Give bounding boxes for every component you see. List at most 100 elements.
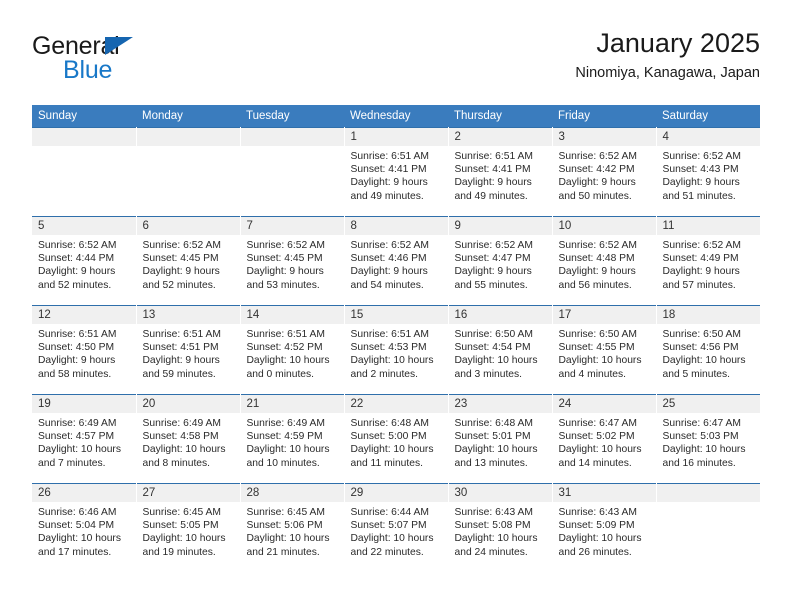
calendar-day-cell[interactable]: 11 Sunrise: 6:52 AM Sunset: 4:49 PM Dayligh… <box>656 216 760 306</box>
weekday-header-wednesday: Wednesday <box>344 105 448 128</box>
calendar-day-cell[interactable]: 22 Sunrise: 6:48 AM Sunset: 5:00 PM Dayligh… <box>344 394 449 484</box>
day-details: Sunrise: 6:51 AM Sunset: 4:41 PM Daylight:… <box>449 146 552 203</box>
sunrise-text: Sunrise: 6:45 AM <box>142 507 221 518</box>
sunset-text: Sunset: 5:07 PM <box>350 520 427 532</box>
day-number: 25 <box>656 395 760 413</box>
sunrise-text: Sunrise: 6:43 AM <box>558 507 637 518</box>
day-details: Sunrise: 6:45 AM Sunset: 5:06 PM Daylight:… <box>241 502 344 559</box>
sunset-text: Sunset: 4:58 PM <box>142 431 219 443</box>
sunset-text: Sunset: 4:57 PM <box>38 431 115 443</box>
daylight-text-line1: Daylight: 10 hours <box>558 533 642 545</box>
sunrise-text: Sunrise: 6:50 AM <box>558 329 637 340</box>
daylight-text-line1: Daylight: 9 hours <box>558 177 636 189</box>
sunrise-text: Sunrise: 6:52 AM <box>662 240 741 251</box>
calendar-day-cell[interactable]: 28 Sunrise: 6:45 AM Sunset: 5:06 PM Dayligh… <box>240 483 345 573</box>
daylight-text-line2: and 7 minutes. <box>38 457 106 469</box>
day-number: 15 <box>344 306 447 324</box>
daylight-text-line1: Daylight: 10 hours <box>246 444 330 456</box>
day-number: 9 <box>448 217 551 235</box>
day-details: Sunrise: 6:50 AM Sunset: 4:55 PM Daylight:… <box>553 324 656 381</box>
calendar-day-cell[interactable]: 26 Sunrise: 6:46 AM Sunset: 5:04 PM Dayligh… <box>32 483 137 573</box>
daylight-text-line2: and 58 minutes. <box>38 368 112 380</box>
day-details: Sunrise: 6:49 AM Sunset: 4:57 PM Daylight:… <box>32 413 135 470</box>
calendar-day-cell[interactable]: 4 Sunrise: 6:52 AM Sunset: 4:43 PM Daylight… <box>656 127 760 217</box>
sunset-text: Sunset: 4:54 PM <box>454 342 531 354</box>
calendar-day-cell[interactable]: 29 Sunrise: 6:44 AM Sunset: 5:07 PM Dayligh… <box>344 483 449 573</box>
calendar-day-cell[interactable]: 31 Sunrise: 6:43 AM Sunset: 5:09 PM Dayligh… <box>552 483 657 573</box>
day-number: 31 <box>552 484 655 502</box>
title-block: January 2025 Ninomiya, Kanagawa, Japan <box>575 28 760 82</box>
calendar-day-cell[interactable]: 15 Sunrise: 6:51 AM Sunset: 4:53 PM Dayligh… <box>344 305 449 395</box>
daylight-text-line2: and 26 minutes. <box>558 546 632 558</box>
sunrise-text: Sunrise: 6:44 AM <box>350 507 429 518</box>
day-details: Sunrise: 6:44 AM Sunset: 5:07 PM Daylight:… <box>345 502 448 559</box>
calendar-day-cell[interactable]: 10 Sunrise: 6:52 AM Sunset: 4:48 PM Dayligh… <box>552 216 657 306</box>
sunset-text: Sunset: 4:49 PM <box>662 253 739 265</box>
calendar-day-cell[interactable]: 25 Sunrise: 6:47 AM Sunset: 5:03 PM Dayligh… <box>656 394 760 484</box>
calendar-day-cell[interactable]: 9 Sunrise: 6:52 AM Sunset: 4:47 PM Daylight… <box>448 216 553 306</box>
sunrise-text: Sunrise: 6:52 AM <box>558 240 637 251</box>
calendar-week-row: 1 Sunrise: 6:51 AM Sunset: 4:41 PM Daylight… <box>32 127 760 217</box>
sunrise-text: Sunrise: 6:51 AM <box>142 329 221 340</box>
calendar-day-cell[interactable]: 19 Sunrise: 6:49 AM Sunset: 4:57 PM Dayligh… <box>32 394 137 484</box>
day-details: Sunrise: 6:52 AM Sunset: 4:48 PM Daylight:… <box>553 235 656 292</box>
day-number: 3 <box>552 128 655 146</box>
day-details: Sunrise: 6:46 AM Sunset: 5:04 PM Daylight:… <box>32 502 135 559</box>
day-number: 26 <box>32 484 135 502</box>
daylight-text-line2: and 24 minutes. <box>454 546 528 558</box>
daylight-text-line1: Daylight: 9 hours <box>662 177 740 189</box>
calendar-day-cell[interactable]: 30 Sunrise: 6:43 AM Sunset: 5:08 PM Dayligh… <box>448 483 553 573</box>
calendar-day-cell[interactable]: 23 Sunrise: 6:48 AM Sunset: 5:01 PM Dayligh… <box>448 394 553 484</box>
daylight-text-line2: and 0 minutes. <box>246 368 315 380</box>
sunset-text: Sunset: 4:41 PM <box>350 164 427 176</box>
calendar-day-cell[interactable]: 14 Sunrise: 6:51 AM Sunset: 4:52 PM Dayligh… <box>240 305 345 395</box>
sunrise-text: Sunrise: 6:49 AM <box>38 418 117 429</box>
calendar-day-cell[interactable]: 5 Sunrise: 6:52 AM Sunset: 4:44 PM Daylight… <box>32 216 137 306</box>
calendar-day-cell-empty <box>656 483 760 573</box>
general-blue-logo[interactable]: General Blue <box>32 34 262 92</box>
weekday-header-thursday: Thursday <box>448 105 552 128</box>
calendar-day-cell[interactable]: 18 Sunrise: 6:50 AM Sunset: 4:56 PM Dayligh… <box>656 305 760 395</box>
calendar-day-cell[interactable]: 7 Sunrise: 6:52 AM Sunset: 4:45 PM Daylight… <box>240 216 345 306</box>
sunrise-text: Sunrise: 6:51 AM <box>350 329 429 340</box>
day-number: 21 <box>240 395 343 413</box>
calendar-week-row: 5 Sunrise: 6:52 AM Sunset: 4:44 PM Daylight… <box>32 216 760 306</box>
daylight-text-line2: and 57 minutes. <box>662 279 736 291</box>
calendar-page: General Blue January 2025 Ninomiya, Kana… <box>0 0 792 612</box>
daylight-text-line2: and 22 minutes. <box>350 546 424 558</box>
sunset-text: Sunset: 4:43 PM <box>662 164 739 176</box>
sunset-text: Sunset: 4:47 PM <box>454 253 531 265</box>
sunrise-text: Sunrise: 6:45 AM <box>246 507 325 518</box>
calendar-day-cell[interactable]: 8 Sunrise: 6:52 AM Sunset: 4:46 PM Daylight… <box>344 216 449 306</box>
sunrise-text: Sunrise: 6:48 AM <box>350 418 429 429</box>
sunrise-text: Sunrise: 6:51 AM <box>454 151 533 162</box>
calendar-day-cell[interactable]: 21 Sunrise: 6:49 AM Sunset: 4:59 PM Dayligh… <box>240 394 345 484</box>
sunrise-text: Sunrise: 6:52 AM <box>662 151 741 162</box>
sunset-text: Sunset: 4:44 PM <box>38 253 115 265</box>
calendar-day-cell[interactable]: 27 Sunrise: 6:45 AM Sunset: 5:05 PM Dayligh… <box>136 483 241 573</box>
sunrise-text: Sunrise: 6:52 AM <box>142 240 221 251</box>
calendar-day-cell[interactable]: 16 Sunrise: 6:50 AM Sunset: 4:54 PM Dayligh… <box>448 305 553 395</box>
daylight-text-line1: Daylight: 9 hours <box>662 266 740 278</box>
calendar-day-cell[interactable]: 2 Sunrise: 6:51 AM Sunset: 4:41 PM Daylight… <box>448 127 553 217</box>
calendar-body: 1 Sunrise: 6:51 AM Sunset: 4:41 PM Daylight… <box>32 127 760 573</box>
daylight-text-line2: and 54 minutes. <box>350 279 424 291</box>
day-number: 14 <box>240 306 343 324</box>
calendar-day-cell[interactable]: 1 Sunrise: 6:51 AM Sunset: 4:41 PM Daylight… <box>344 127 449 217</box>
sunset-text: Sunset: 4:52 PM <box>246 342 323 354</box>
calendar-day-cell[interactable]: 13 Sunrise: 6:51 AM Sunset: 4:51 PM Dayligh… <box>136 305 241 395</box>
daylight-text-line2: and 55 minutes. <box>454 279 528 291</box>
page-subtitle: Ninomiya, Kanagawa, Japan <box>575 65 760 82</box>
daylight-text-line1: Daylight: 10 hours <box>558 355 642 367</box>
calendar-day-cell[interactable]: 24 Sunrise: 6:47 AM Sunset: 5:02 PM Dayligh… <box>552 394 657 484</box>
calendar-day-cell[interactable]: 3 Sunrise: 6:52 AM Sunset: 4:42 PM Daylight… <box>552 127 657 217</box>
calendar-day-cell[interactable]: 17 Sunrise: 6:50 AM Sunset: 4:55 PM Dayligh… <box>552 305 657 395</box>
daylight-text-line1: Daylight: 10 hours <box>38 444 121 456</box>
daylight-text-line2: and 49 minutes. <box>350 190 424 202</box>
daylight-text-line2: and 11 minutes. <box>350 457 424 469</box>
calendar-day-cell[interactable]: 6 Sunrise: 6:52 AM Sunset: 4:45 PM Daylight… <box>136 216 241 306</box>
calendar-day-cell[interactable]: 12 Sunrise: 6:51 AM Sunset: 4:50 PM Dayligh… <box>32 305 137 395</box>
daylight-text-line1: Daylight: 10 hours <box>350 533 434 545</box>
calendar-day-cell[interactable]: 20 Sunrise: 6:49 AM Sunset: 4:58 PM Dayligh… <box>136 394 241 484</box>
logo-text-blue: Blue <box>63 56 113 84</box>
